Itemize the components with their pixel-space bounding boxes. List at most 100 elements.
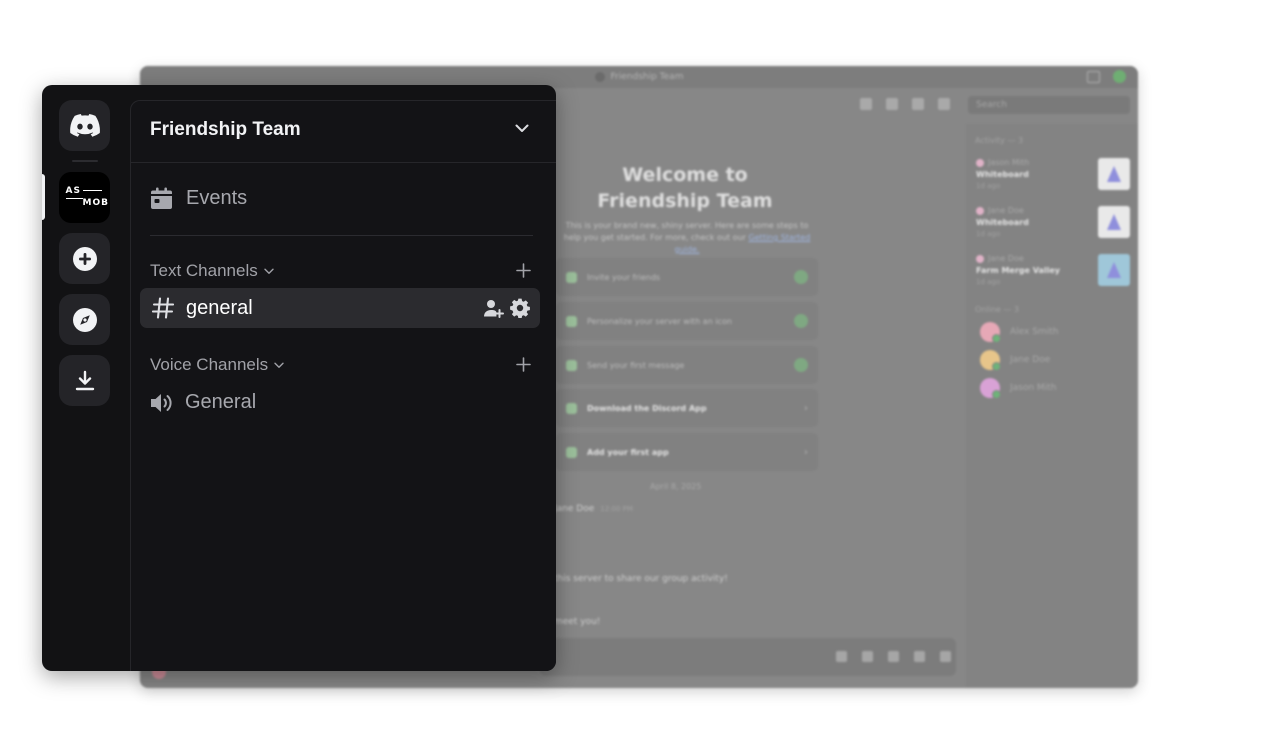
background-toolbar	[860, 98, 950, 110]
activity-user: Jason Mith	[976, 158, 1029, 167]
server-logo-line2: MOB	[82, 197, 109, 208]
gif-icon	[862, 651, 873, 662]
activity-header: Activity — 3	[975, 136, 1024, 145]
checklist-item: Send your first message	[556, 346, 818, 384]
speaker-icon	[151, 393, 172, 412]
avatar	[980, 322, 1001, 343]
plus-icon	[516, 357, 531, 372]
server-name: Friendship Team	[150, 119, 301, 140]
voice-channel-general[interactable]: General	[150, 391, 256, 414]
plus-circle-icon	[72, 246, 97, 271]
avatar	[980, 350, 1001, 371]
checklist-item: Personalize your server with an icon	[556, 302, 818, 340]
help-icon	[1113, 70, 1126, 83]
channel-general[interactable]: general	[140, 288, 540, 328]
member-item: Jane Doe	[980, 350, 1051, 371]
apps-icon	[566, 446, 577, 458]
discord-sidebar-panel: AS MOB Friendship Team Events Text Chann…	[42, 85, 556, 671]
activity-item: Jane Doe Whiteboard 1d ago	[970, 202, 1130, 246]
activity-thumbnail	[1098, 158, 1130, 190]
checklist-label: Personalize your server with an icon	[587, 316, 732, 326]
home-button[interactable]	[59, 100, 110, 151]
chevron-right-icon: ›	[803, 402, 808, 414]
discover-button[interactable]	[59, 294, 110, 345]
voice-channel-name: General	[185, 391, 257, 413]
chevron-down-icon	[515, 124, 529, 132]
server-header[interactable]: Friendship Team	[131, 101, 556, 163]
selected-server-indicator	[42, 174, 45, 220]
phone-icon	[566, 402, 577, 414]
invite-icon	[566, 271, 577, 283]
calendar-icon	[151, 187, 172, 209]
server-logo-line1: AS	[65, 185, 81, 196]
member-name: Jason Mith	[1010, 383, 1057, 393]
gear-icon[interactable]	[510, 298, 530, 318]
plus-icon	[516, 263, 531, 278]
server-asmob[interactable]: AS MOB	[59, 172, 110, 223]
activity-thumbnail	[1098, 254, 1130, 286]
server-logo: AS MOB	[65, 185, 108, 209]
check-icon	[794, 314, 808, 328]
online-header: Online — 3	[975, 305, 1019, 314]
pin-icon	[912, 98, 924, 110]
member-name: Alex Smith	[1010, 327, 1059, 337]
chevron-down-icon	[274, 362, 284, 368]
threads-icon	[860, 98, 872, 110]
channel-name: general	[186, 296, 253, 319]
activity-name: Whiteboard	[976, 170, 1029, 179]
member-item: Alex Smith	[980, 322, 1059, 343]
checklist-label: Download the Discord App	[587, 403, 707, 413]
activity-sidebar: Activity — 3 Jason Mith Whiteboard 1d ag…	[966, 124, 1138, 688]
send-icon	[566, 359, 577, 371]
channel-actions	[483, 298, 530, 318]
member-item: Jason Mith	[980, 378, 1057, 399]
activity-user: Jane Doe	[976, 254, 1024, 263]
notification-icon	[886, 98, 898, 110]
members-icon	[938, 98, 950, 110]
compass-icon	[72, 307, 97, 332]
checklist-item: Invite your friends	[556, 258, 818, 296]
checklist-item: Download the Discord App ›	[556, 389, 818, 427]
check-icon	[794, 358, 808, 372]
checklist-label: Invite your friends	[587, 272, 661, 282]
category-label: Text Channels	[150, 261, 258, 280]
discord-logo-icon	[69, 114, 100, 137]
category-label: Voice Channels	[150, 355, 269, 374]
message-author: Jane Doe	[554, 504, 595, 514]
voice-channels-category[interactable]: Voice Channels	[150, 355, 284, 375]
member-name: Jane Doe	[1010, 355, 1051, 365]
activity-user: Jane Doe	[976, 206, 1024, 215]
activity-name: Farm Merge Valley	[976, 266, 1061, 275]
add-server-button[interactable]	[59, 233, 110, 284]
activity-thumbnail	[1098, 206, 1130, 238]
apps-icon	[940, 651, 951, 662]
create-invite-icon[interactable]	[483, 299, 504, 318]
checklist-label: Add your first app	[587, 447, 669, 457]
hashtag-icon	[152, 297, 174, 319]
background-search: Search	[968, 96, 1130, 114]
inbox-icon	[1087, 71, 1100, 83]
divider	[150, 235, 533, 236]
events-label: Events	[186, 187, 248, 209]
activity-item: Jason Mith Whiteboard 1d ago	[970, 154, 1130, 198]
composer-icons	[836, 651, 951, 662]
message-line: this server to share our group activity!	[554, 574, 728, 584]
avatar	[980, 378, 1001, 399]
checklist-label: Send your first message	[587, 360, 685, 370]
download-apps-button[interactable]	[59, 355, 110, 406]
message-time: 12:00 PM	[600, 505, 633, 513]
activity-time: 1d ago	[976, 278, 1001, 286]
message-header: Jane Doe 12:00 PM	[554, 504, 633, 514]
chevron-right-icon: ›	[803, 446, 808, 458]
activity-time: 1d ago	[976, 182, 1001, 190]
events-item[interactable]: Events	[150, 187, 247, 210]
create-text-channel-button[interactable]	[516, 260, 531, 282]
text-channels-category[interactable]: Text Channels	[150, 261, 274, 281]
message-line: meet you!	[554, 617, 601, 627]
check-icon	[794, 270, 808, 284]
chevron-down-icon	[264, 268, 274, 274]
server-rail: AS MOB	[42, 85, 130, 671]
create-voice-channel-button[interactable]	[516, 354, 531, 376]
sticker-icon	[888, 651, 899, 662]
welcome-subtitle: This is your brand new, shiny server. He…	[558, 220, 816, 256]
